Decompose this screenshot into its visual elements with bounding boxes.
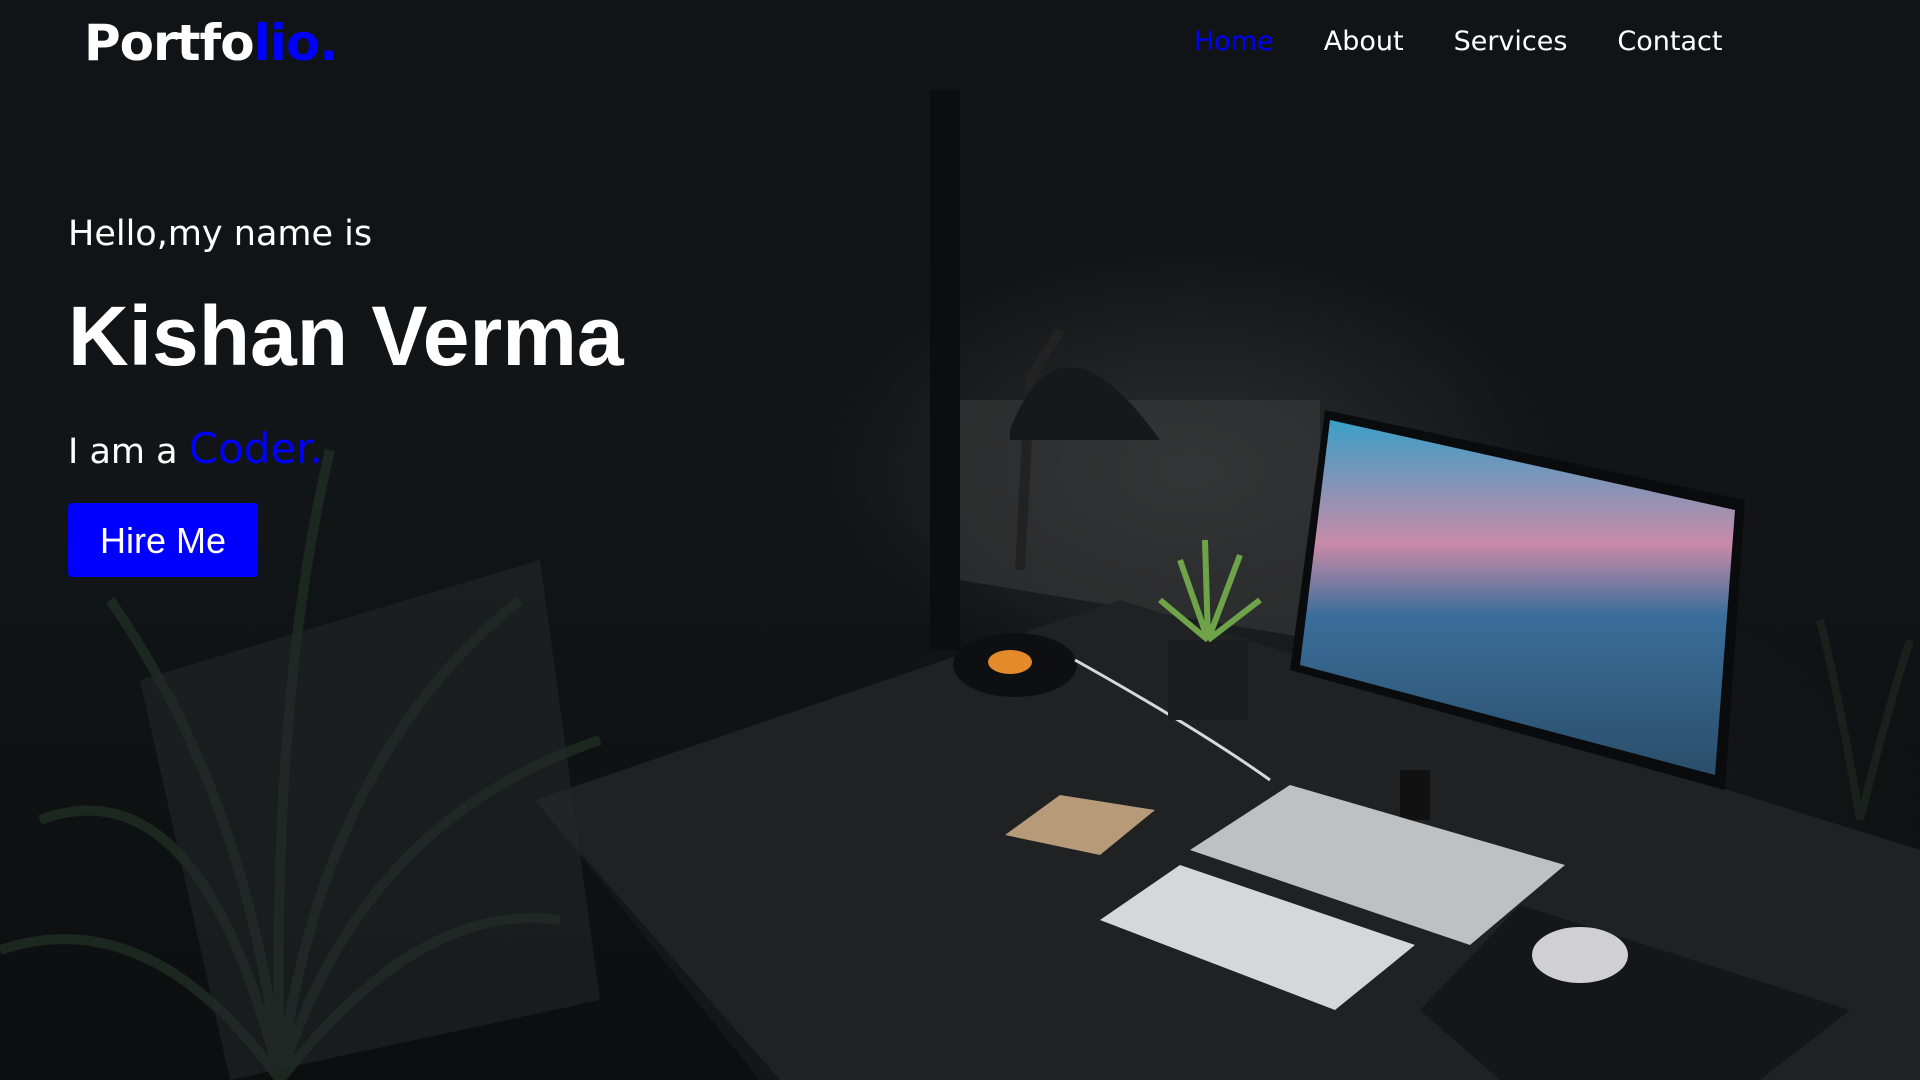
hero-name: Kishan Verma [68,289,624,383]
nav-link-about[interactable]: About [1324,26,1404,57]
hero-page: Portfolio. Home About Services Contact H… [0,0,1920,1080]
hero-role-prefix: I am a [68,432,189,472]
navbar: Portfolio. Home About Services Contact [0,0,1920,90]
logo-accent-text: lio. [253,14,339,72]
nav-link-services[interactable]: Services [1454,26,1568,57]
nav-link-contact[interactable]: Contact [1617,26,1722,57]
hire-me-button[interactable]: Hire Me [68,503,258,577]
hero-role: I am a Coder. [68,424,624,473]
main-nav: Home About Services Contact [1194,26,1722,57]
logo[interactable]: Portfolio. [84,14,339,72]
hero-greeting: Hello,my name is [68,214,373,254]
nav-link-home[interactable]: Home [1194,26,1274,57]
hero-role-highlight: Coder. [188,424,323,473]
hero-section: Hello,my name is Kishan Verma I am a Cod… [68,214,624,577]
logo-text: Portfo [84,14,255,72]
